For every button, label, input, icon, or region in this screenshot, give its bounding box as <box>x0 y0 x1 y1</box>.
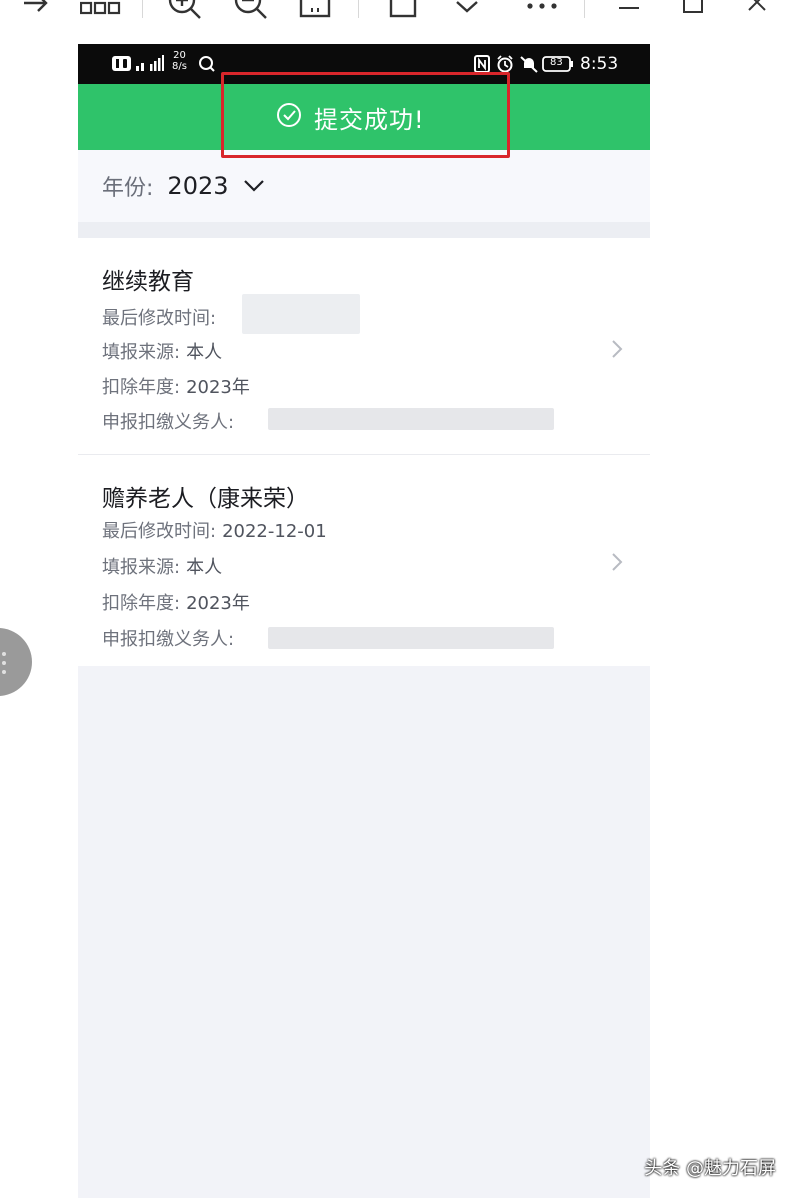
side-drag-handle[interactable] <box>0 628 32 696</box>
source-label: 填报来源: <box>102 557 181 578</box>
maximize-icon[interactable] <box>680 0 706 20</box>
redacted-withholding-agent <box>268 627 554 649</box>
record-card[interactable]: 继续教育 最后修改时间: 填报来源: 本人 扣除年度: 2023年 申报扣缴义务人: <box>78 238 650 454</box>
phone-screen: 20 8/s 83 8:53 提交成功! 年份: 2023 继续教育 最后修改时… <box>78 44 650 1198</box>
clock-time: 8:53 <box>580 54 619 74</box>
year-value[interactable]: 2023 <box>167 172 228 200</box>
modified-time-label: 最后修改时间: <box>102 521 217 542</box>
record-title: 继续教育 <box>102 269 194 295</box>
deduction-year-label: 扣除年度: <box>102 377 181 398</box>
signal-icon <box>136 55 164 78</box>
minimize-icon[interactable] <box>616 0 642 20</box>
fit-view-icon[interactable] <box>298 0 334 20</box>
withholding-agent-row: 申报扣缴义务人: <box>102 408 234 434</box>
source-value: 本人 <box>186 342 223 363</box>
redacted-withholding-agent <box>268 408 554 430</box>
deduction-year-row: 扣除年度: 2023年 <box>102 373 250 399</box>
hd-badge-icon <box>112 55 132 78</box>
section-divider <box>78 222 650 238</box>
close-icon[interactable] <box>744 0 770 20</box>
source-label: 填报来源: <box>102 342 181 363</box>
chevron-right-icon[interactable] <box>610 551 624 577</box>
watermark-text: 头条 @魅力石屏 <box>644 1158 776 1179</box>
source-row: 填报来源: 本人 <box>102 553 222 579</box>
year-selector[interactable]: 年份: 2023 <box>102 168 265 204</box>
battery-level: 83 <box>550 57 563 68</box>
grid-view-icon[interactable] <box>80 0 122 20</box>
year-label: 年份: <box>102 176 154 201</box>
search-icon <box>198 55 216 78</box>
mute-bell-icon <box>520 55 538 78</box>
rotate-icon[interactable] <box>388 0 420 20</box>
toolbar-separator <box>142 0 143 18</box>
deduction-year-row: 扣除年度: 2023年 <box>102 589 250 615</box>
empty-content-area <box>78 666 650 1198</box>
chevron-down-icon[interactable] <box>452 0 484 20</box>
record-card[interactable]: 赡养老人（康来荣） 最后修改时间: 2022-12-01 填报来源: 本人 扣除年度… <box>78 455 650 666</box>
source-row: 填报来源: 本人 <box>102 338 222 364</box>
chevron-right-icon[interactable] <box>610 338 624 364</box>
more-options-icon[interactable] <box>526 0 560 20</box>
modified-time-value: 2022-12-01 <box>222 521 327 542</box>
modified-time-row: 最后修改时间: 2022-12-01 <box>102 517 327 543</box>
chevron-down-icon[interactable] <box>243 178 265 197</box>
withholding-agent-row: 申报扣缴义务人: <box>102 625 234 651</box>
highlight-annotation-box <box>221 72 510 158</box>
modified-time-row: 最后修改时间: <box>102 304 216 330</box>
forward-arrow-icon[interactable] <box>22 0 50 20</box>
withholding-agent-label: 申报扣缴义务人: <box>102 629 235 650</box>
deduction-year-value: 2023年 <box>186 377 250 398</box>
zoom-out-icon[interactable] <box>232 0 270 20</box>
withholding-agent-label: 申报扣缴义务人: <box>102 412 235 433</box>
toolbar-separator <box>584 0 585 18</box>
toolbar-separator <box>358 0 359 18</box>
viewer-toolbar <box>0 0 796 22</box>
network-speed: 20 8/s <box>172 50 187 72</box>
redacted-modified-time <box>242 294 360 334</box>
modified-time-label: 最后修改时间: <box>102 308 217 329</box>
source-value: 本人 <box>186 557 223 578</box>
record-title: 赡养老人（康来荣） <box>102 486 309 512</box>
deduction-year-value: 2023年 <box>186 593 250 614</box>
zoom-in-icon[interactable] <box>166 0 204 20</box>
deduction-year-label: 扣除年度: <box>102 593 181 614</box>
